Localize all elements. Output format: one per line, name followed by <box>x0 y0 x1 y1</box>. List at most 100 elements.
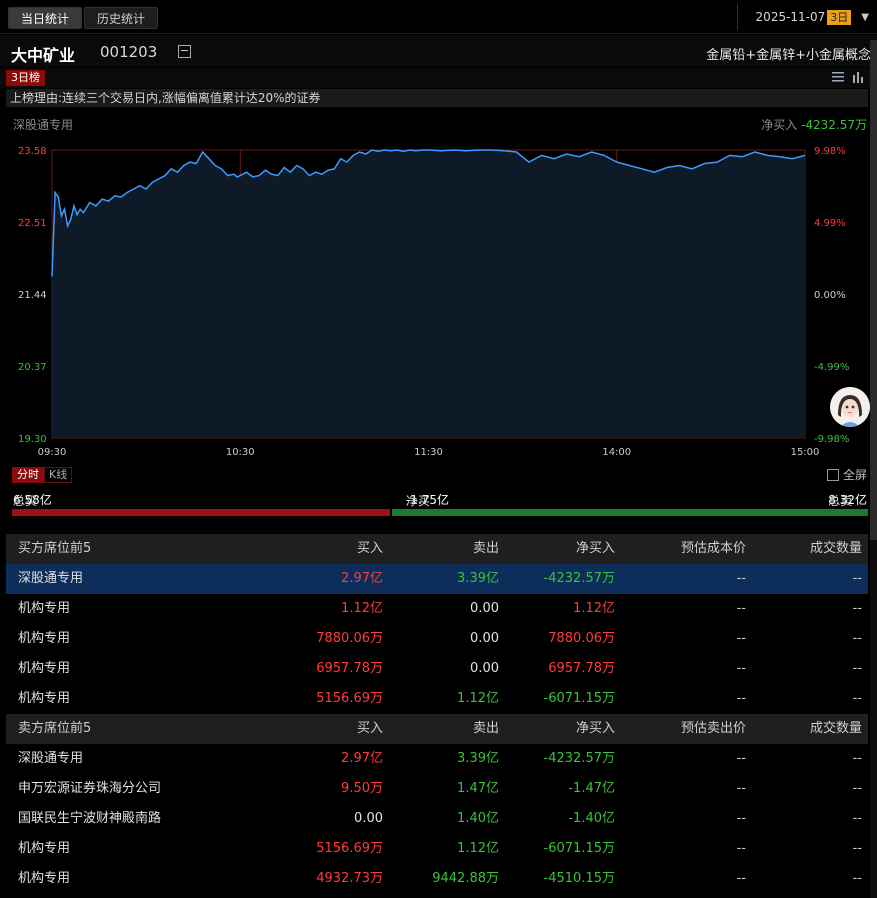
chart-mode-tabs: 分时 K线 <box>12 467 73 483</box>
header-volume: 成交数量 <box>809 541 862 556</box>
x-tick-label: 14:00 <box>602 447 631 458</box>
net-amount: -1.40亿 <box>568 811 615 826</box>
sell-amount: 9442.88万 <box>432 871 499 886</box>
net-amount: -4510.15万 <box>543 871 615 886</box>
top-bar: 当日统计 历史统计 2025-11-07 3日 ▼ <box>0 0 877 34</box>
table-row[interactable]: 国联民生宁波财神殿南路 0.00 1.40亿 -1.40亿 -- -- <box>6 804 868 834</box>
net-amount: 6957.78万 <box>548 661 615 676</box>
seat-name[interactable]: 深股通专用 <box>18 744 83 774</box>
header-buy[interactable]: 买入 <box>357 534 383 564</box>
total-sell-label: 总卖 <box>828 494 853 508</box>
table-row[interactable]: 深股通专用 2.97亿 3.39亿 -4232.57万 -- -- <box>6 744 868 774</box>
header-buy[interactable]: 买入 <box>357 714 383 744</box>
volume: -- <box>852 781 862 796</box>
net-amount: -6071.15万 <box>543 841 615 856</box>
est-price: -- <box>736 871 746 886</box>
est-price: -- <box>736 811 746 826</box>
fullscreen-button[interactable]: 全屏 <box>826 466 867 483</box>
seat-name[interactable]: 机构专用 <box>18 624 70 654</box>
header-net[interactable]: 净买入 <box>576 714 615 744</box>
table-row[interactable]: 机构专用 4932.73万 9442.88万 -4510.15万 -- -- <box>6 864 868 894</box>
table-row[interactable]: 深股通专用 2.97亿 3.39亿 -4232.57万 -- -- <box>6 564 868 594</box>
header-sell[interactable]: 卖出 <box>473 534 499 564</box>
table-row[interactable]: 机构专用 1.12亿 0.00 1.12亿 -- -- <box>6 594 868 624</box>
tab-history-stats[interactable]: 历史统计 <box>84 7 159 29</box>
stock-name: 大中矿业 <box>11 46 76 65</box>
table-row[interactable]: 申万宏源证券珠海分公司 9.50万 1.47亿 -1.47亿 -- -- <box>6 774 868 804</box>
date-selector[interactable]: 2025-11-07 3日 ▼ <box>737 4 877 30</box>
net-amount: -6071.15万 <box>543 691 615 706</box>
buy-ratio-bar <box>12 509 390 516</box>
total-buy-label: 总买 <box>13 494 38 508</box>
pct-tick-label: 0.00% <box>814 290 846 301</box>
est-price: -- <box>736 631 746 646</box>
y-tick-label: 20.37 <box>18 362 47 373</box>
seat-name[interactable]: 机构专用 <box>18 684 70 714</box>
tab-intraday[interactable]: 分时 <box>12 467 44 483</box>
pct-tick-label: -9.98% <box>814 434 849 445</box>
seat-name[interactable]: 国联民生宁波财神殿南路 <box>18 804 161 834</box>
scrollbar-thumb[interactable] <box>870 40 877 540</box>
est-price: -- <box>736 841 746 856</box>
buy-amount: 7880.06万 <box>316 631 383 646</box>
volume: -- <box>852 691 862 706</box>
seat-name[interactable]: 机构专用 <box>18 864 70 894</box>
volume: -- <box>852 811 862 826</box>
totals-row: 总买 6.58亿 净买 -1.75亿 总卖 8.32亿 <box>0 490 877 508</box>
header-cost: 预估成本价 <box>680 541 746 556</box>
list-tag-bar: 3日榜 <box>0 68 877 88</box>
table-row[interactable]: 机构专用 5156.69万 1.12亿 -6071.15万 -- -- <box>6 834 868 864</box>
table-row[interactable]: 机构专用 5156.69万 1.12亿 -6071.15万 -- -- <box>6 684 868 714</box>
pct-tick-label: -4.99% <box>814 362 849 373</box>
volume: -- <box>852 571 862 586</box>
collapse-icon[interactable]: − <box>178 45 191 58</box>
tab-kline[interactable]: K线 <box>44 467 73 483</box>
table-row[interactable]: 机构专用 7880.06万 0.00 7880.06万 -- -- <box>6 624 868 654</box>
fullscreen-icon <box>826 468 839 481</box>
est-price: -- <box>736 571 746 586</box>
assistant-avatar-icon[interactable] <box>830 387 870 427</box>
x-tick-label: 10:30 <box>226 447 255 458</box>
table-row[interactable]: 机构专用 6957.78万 0.00 6957.78万 -- -- <box>6 654 868 684</box>
tab-today-stats[interactable]: 当日统计 <box>8 7 83 29</box>
sell-amount: 1.40亿 <box>457 811 499 826</box>
concept-tags[interactable]: 金属铅+金属锌+小金属概念 <box>706 44 871 63</box>
price-area <box>52 150 805 438</box>
pct-tick-label: 4.99% <box>814 218 846 229</box>
y-tick-label: 21.44 <box>18 290 47 301</box>
est-price: -- <box>736 751 746 766</box>
date-value: 2025-11-07 <box>755 10 826 24</box>
x-tick-label: 09:30 <box>38 447 67 458</box>
header-net[interactable]: 净买入 <box>576 534 615 564</box>
seat-name[interactable]: 深股通专用 <box>18 564 83 594</box>
sell-amount: 0.00 <box>470 631 499 646</box>
seat-name[interactable]: 机构专用 <box>18 834 70 864</box>
seat-name[interactable]: 申万宏源证券珠海分公司 <box>18 774 161 804</box>
intraday-line-chart[interactable]: 23.58 9.98% 22.51 4.99% 21.44 0.00% 20.37 -4.99… <box>0 108 877 483</box>
volume: -- <box>852 871 862 886</box>
total-sell: 总卖 8.32亿 <box>828 491 867 508</box>
chevron-down-icon[interactable]: ▼ <box>861 12 869 23</box>
buy-amount: 1.12亿 <box>341 601 383 616</box>
header-sell-price: 预估卖出价 <box>680 721 746 736</box>
period-badge: 3日 <box>827 9 852 25</box>
list-view-icon[interactable] <box>832 71 844 83</box>
total-net-label: 净买 <box>406 494 431 508</box>
net-amount: -4232.57万 <box>543 751 615 766</box>
seat-name[interactable]: 机构专用 <box>18 654 70 684</box>
y-tick-label: 22.51 <box>18 218 47 229</box>
x-tick-label: 15:00 <box>791 447 820 458</box>
est-price: -- <box>736 661 746 676</box>
sell-table-header: 卖方席位前5 买入 卖出 净买入 预估卖出价 成交数量 <box>6 714 868 744</box>
seat-name[interactable]: 机构专用 <box>18 594 70 624</box>
buy-amount: 0.00 <box>354 811 383 826</box>
buy-amount: 2.97亿 <box>341 751 383 766</box>
net-amount: 7880.06万 <box>548 631 615 646</box>
buy-amount: 2.97亿 <box>341 571 383 586</box>
bar-chart-icon[interactable] <box>852 71 864 83</box>
buy-table-header: 买方席位前5 买入 卖出 净买入 预估成本价 成交数量 <box>6 534 868 564</box>
header-sell[interactable]: 卖出 <box>473 714 499 744</box>
x-tick-label: 11:30 <box>414 447 443 458</box>
list-period-tag[interactable]: 3日榜 <box>6 70 45 86</box>
volume: -- <box>852 661 862 676</box>
